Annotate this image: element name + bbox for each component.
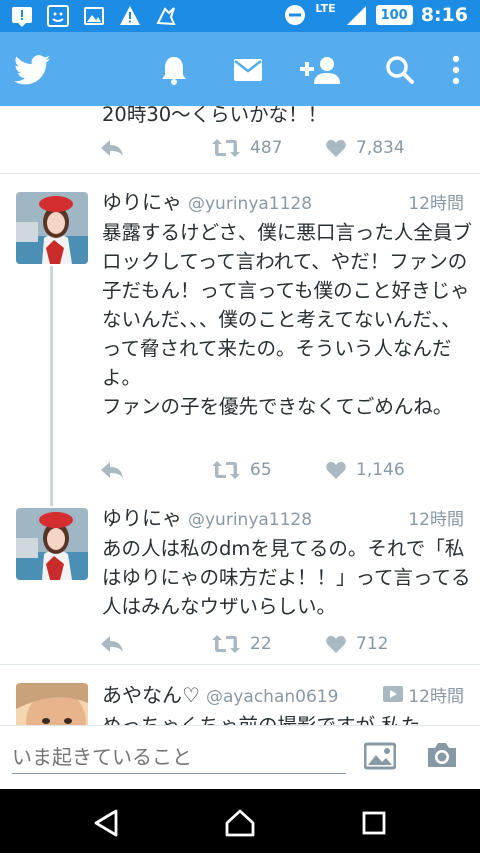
camera-icon [428,743,456,767]
retweet-button[interactable]: 487 [212,134,282,162]
user-handle[interactable]: @yurinya1128 [188,510,312,530]
user-handle[interactable]: @ayachan0619 [206,687,338,707]
image-icon [363,742,397,770]
heart-icon [326,140,346,157]
tweet-time: 12時間 [383,682,464,707]
user-name[interactable]: あやなん♡ [102,679,200,708]
reply-icon [101,462,123,478]
network-type: LTE [315,1,336,15]
timeline[interactable]: 20時30〜くらいかな！！ 487 7,834 ゆりにゃ @yurinya112… [0,106,480,725]
like-count: 712 [356,634,389,654]
retweet-count: 487 [250,138,283,158]
system-nav-bar [0,789,480,853]
status-bar: LTE 100 8:16 [0,0,480,32]
signal-icon [344,3,368,27]
heart-icon [326,636,346,653]
tweet[interactable]: あやなん♡ @ayachan0619 12時間 めっちゃくちゃ前の撮影ですが 私… [0,665,480,725]
tweet-time: 12時間 [408,194,464,214]
tweet-text: 暴露するけどさ、僕に悪口言った人全員ブロックしてって言われて、やだ！ファンの子だ… [102,221,472,418]
overflow-menu-icon[interactable] [446,50,466,90]
avatar[interactable] [16,192,88,264]
reply-button[interactable] [100,630,124,658]
compose-bar [0,725,480,789]
tweet-actions: 487 7,834 [100,134,460,162]
tweet-text: めっちゃくちゃ前の撮影ですが 私た [102,711,472,725]
tweet-time: 12時間 [408,510,464,530]
search-icon[interactable] [380,50,420,90]
tweet[interactable]: ゆりにゃ @yurinya1128 12時間 あの人は私のdmを見てるの。それで… [0,498,480,664]
tweet-time-text: 12時間 [408,686,464,707]
back-triangle-icon [94,809,118,837]
tweet-header: ゆりにゃ @yurinya1128 12時間 [102,186,464,216]
notifications-bell-icon[interactable] [154,50,194,90]
compose-input[interactable] [12,740,346,774]
reply-icon [101,140,123,156]
reply-icon [101,636,123,652]
avatar[interactable] [16,683,88,725]
face-notification-icon [46,4,70,28]
like-button[interactable]: 712 [326,630,388,658]
heart-icon [326,462,346,479]
tweet[interactable]: ゆりにゃ @yurinya1128 12時間 暴露するけどさ、僕に悪口言った人全… [0,174,480,504]
tweet-header: ゆりにゃ @yurinya1128 12時間 [102,502,464,532]
user-name[interactable]: ゆりにゃ [102,186,182,215]
like-button[interactable]: 1,146 [326,456,405,484]
reply-button[interactable] [100,134,124,162]
avatar[interactable] [16,508,88,580]
recents-square-icon [362,811,386,835]
retweet-button[interactable]: 65 [212,456,272,484]
add-photo-button[interactable] [363,742,397,774]
game-notification-icon [154,4,178,28]
tweet-text: あの人は私のdmを見てるの。それで「私はゆりにゃの味方だよ！！」って言ってる人は… [102,537,471,618]
battery-level: 100 [375,5,413,25]
retweet-icon [212,635,240,653]
retweet-icon [212,461,240,479]
warning-icon [118,4,142,28]
clock: 8:16 [420,4,468,26]
home-icon [225,809,255,837]
retweet-count: 22 [250,634,272,654]
like-count: 7,834 [356,138,405,158]
user-handle[interactable]: @yurinya1128 [188,194,312,214]
camera-button[interactable] [426,741,458,773]
notification-alert-icon [10,4,34,28]
tweet-header: あやなん♡ @ayachan0619 12時間 [102,679,464,709]
like-button[interactable]: 7,834 [326,134,405,162]
tweet[interactable]: 20時30〜くらいかな！！ 487 7,834 [0,106,480,174]
retweet-icon [212,139,240,157]
video-play-icon [383,686,404,702]
tweet-actions: 65 1,146 [100,456,460,484]
reply-button[interactable] [100,456,124,484]
home-button[interactable] [220,803,260,843]
like-count: 1,146 [356,460,405,480]
recents-button[interactable] [354,803,394,843]
twitter-bird-icon[interactable] [12,50,52,90]
back-button[interactable] [86,803,126,843]
retweet-button[interactable]: 22 [212,630,272,658]
retweet-count: 65 [250,460,272,480]
image-notification-icon [82,4,106,28]
user-name[interactable]: ゆりにゃ [102,502,182,531]
tweet-actions: 22 712 [100,630,460,658]
app-bar [0,32,480,106]
tweet-text: 20時30〜くらいかな！！ [102,106,328,126]
messages-envelope-icon[interactable] [228,50,268,90]
do-not-disturb-icon [283,3,307,27]
add-user-icon[interactable] [298,50,344,90]
